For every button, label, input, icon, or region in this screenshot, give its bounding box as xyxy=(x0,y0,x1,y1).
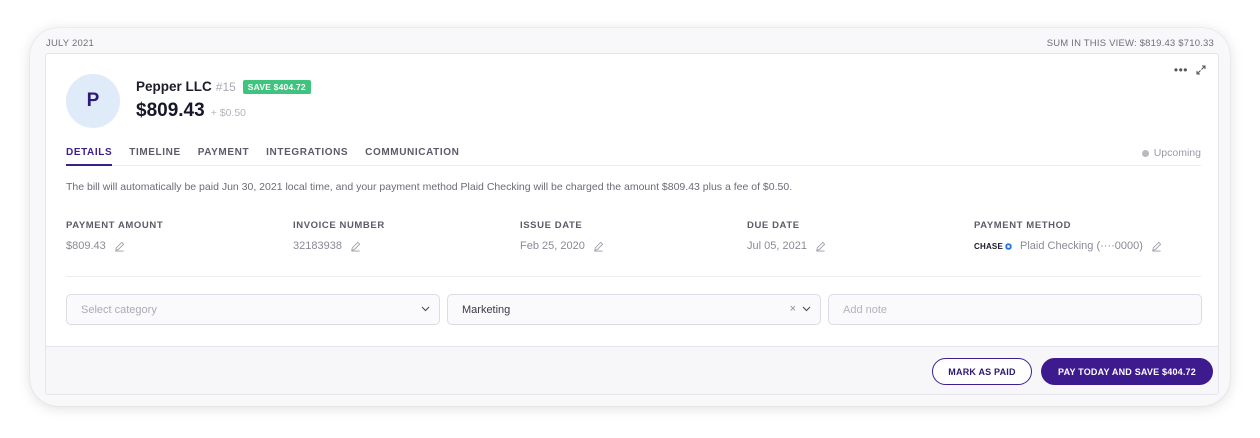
vendor-avatar: P xyxy=(66,74,120,128)
invoice-number-label: INVOICE NUMBER xyxy=(293,220,385,231)
due-date-value-row: Jul 05, 2021 xyxy=(747,240,826,252)
bill-card: P Pepper LLC #15 SAVE $404.72 $809.43 + … xyxy=(45,53,1219,395)
secondary-category-value: Marketing xyxy=(462,303,511,316)
card-footer: MARK AS PAID PAY TODAY AND SAVE $404.72 xyxy=(46,346,1218,394)
payment-amount-value-row: $809.43 xyxy=(66,240,163,252)
bill-group-container: JULY 2021 SUM IN THIS VIEW: $819.43 $710… xyxy=(30,28,1230,406)
tab-integrations[interactable]: INTEGRATIONS xyxy=(266,147,348,166)
mark-as-paid-button[interactable]: MARK AS PAID xyxy=(932,358,1032,385)
due-date-label: DUE DATE xyxy=(747,220,800,231)
bill-tabs: DETAILS TIMELINE PAYMENT INTEGRATIONS CO… xyxy=(66,147,1201,166)
category-select-placeholder: Select category xyxy=(81,303,157,316)
payment-method-value: Plaid Checking (····0000) xyxy=(1020,240,1143,252)
due-date-field: DUE DATE Jul 05, 2021 xyxy=(747,220,826,252)
note-input-placeholder: Add note xyxy=(843,303,888,316)
payment-method-field: PAYMENT METHOD CHASE Plaid Checking (···… xyxy=(974,220,1162,252)
pencil-icon[interactable] xyxy=(114,241,125,252)
tab-payment[interactable]: PAYMENT xyxy=(198,147,249,166)
status-dot-icon xyxy=(1141,149,1149,157)
vendor-header: Pepper LLC #15 SAVE $404.72 xyxy=(136,79,311,94)
sum-in-view-label: SUM IN THIS VIEW: $819.43 $710.33 xyxy=(1046,38,1214,49)
bill-fee: + $0.50 xyxy=(210,107,247,119)
chevron-down-icon[interactable] xyxy=(421,306,430,312)
vendor-name[interactable]: Pepper LLC xyxy=(136,79,212,94)
invoice-number-value: 32183938 xyxy=(293,240,342,252)
bank-logo-text: CHASE xyxy=(974,241,1004,251)
status-label: Upcoming xyxy=(1153,147,1201,159)
secondary-category-select[interactable]: Marketing × xyxy=(447,294,821,325)
payment-amount-field: PAYMENT AMOUNT $809.43 xyxy=(66,220,163,252)
note-input[interactable]: Add note xyxy=(828,294,1202,325)
category-select[interactable]: Select category xyxy=(66,294,440,325)
autopay-info-text: The bill will automatically be paid Jun … xyxy=(66,181,793,193)
issue-date-label: ISSUE DATE xyxy=(520,220,583,231)
invoice-number-value-row: 32183938 xyxy=(293,240,385,252)
expand-icon[interactable] xyxy=(1196,65,1206,75)
pencil-icon[interactable] xyxy=(1151,241,1162,252)
month-label: JULY 2021 xyxy=(46,38,94,49)
issue-date-value-row: Feb 25, 2020 xyxy=(520,240,604,252)
save-badge: SAVE $404.72 xyxy=(242,79,311,94)
pencil-icon[interactable] xyxy=(815,241,826,252)
tab-timeline[interactable]: TIMELINE xyxy=(129,147,180,166)
vendor-number: #15 xyxy=(215,79,236,94)
payment-method-label: PAYMENT METHOD xyxy=(974,220,1072,231)
bill-amount: $809.43 xyxy=(136,100,205,121)
issue-date-value: Feb 25, 2020 xyxy=(520,240,585,252)
amount-row: $809.43 + $0.50 xyxy=(136,100,246,122)
card-actions: ••• xyxy=(1174,64,1206,76)
chase-octagon-icon xyxy=(1005,242,1012,250)
pencil-icon[interactable] xyxy=(593,241,604,252)
clear-icon[interactable]: × xyxy=(790,303,796,315)
tab-details[interactable]: DETAILS xyxy=(66,147,113,166)
payment-amount-label: PAYMENT AMOUNT xyxy=(66,220,164,231)
chevron-down-icon[interactable] xyxy=(802,306,811,312)
invoice-number-field: INVOICE NUMBER 32183938 xyxy=(293,220,385,252)
due-date-value: Jul 05, 2021 xyxy=(747,240,807,252)
payment-amount-value: $809.43 xyxy=(66,240,106,252)
tab-communication[interactable]: COMMUNICATION xyxy=(365,147,459,166)
pay-today-button[interactable]: PAY TODAY AND SAVE $404.72 xyxy=(1041,358,1213,385)
chase-logo: CHASE xyxy=(974,242,1012,251)
pencil-icon[interactable] xyxy=(350,241,361,252)
more-dots-icon[interactable]: ••• xyxy=(1174,64,1188,76)
payment-method-value-row: CHASE Plaid Checking (····0000) xyxy=(974,240,1162,252)
status-indicator: Upcoming xyxy=(1141,147,1201,159)
section-divider xyxy=(66,276,1201,277)
issue-date-field: ISSUE DATE Feb 25, 2020 xyxy=(520,220,604,252)
